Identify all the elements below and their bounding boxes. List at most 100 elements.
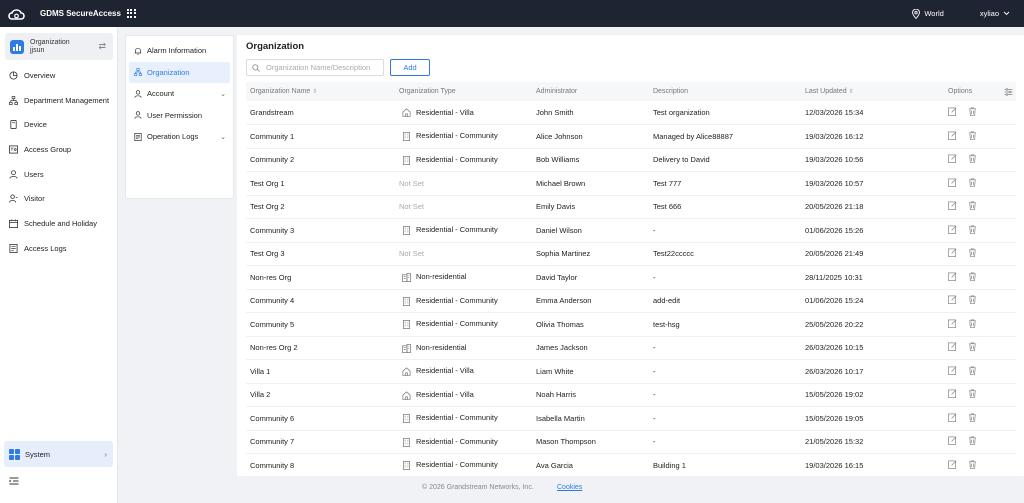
column-header-last-updated[interactable]: Last Updated ⇕: [801, 82, 944, 101]
edit-icon[interactable]: [948, 178, 957, 187]
organization-switcher[interactable]: Organization jjsun ⇄: [5, 33, 113, 60]
swap-icon[interactable]: ⇄: [98, 41, 106, 52]
delete-icon[interactable]: [968, 389, 977, 399]
table-row[interactable]: Grandstream Residential - Villa John Smith…: [246, 101, 1016, 125]
table-row[interactable]: Community 5 Residential - Community Olivia…: [246, 312, 1016, 337]
cell-administrator: Ava Garcia: [532, 453, 649, 478]
cell-organization-name: Community 7: [246, 430, 395, 454]
edit-icon[interactable]: [948, 436, 957, 446]
table-row[interactable]: Villa 2 Residential - Villa Noah Harris -15…: [246, 383, 1016, 407]
delete-icon[interactable]: [968, 342, 977, 352]
table-row[interactable]: Community 4 Residential - Community Emma A…: [246, 289, 1016, 313]
submenu-item-account[interactable]: Account ⌄: [129, 83, 230, 105]
cell-organization-type: Not Set: [395, 195, 532, 219]
nav-item-visitor[interactable]: Visitor: [0, 186, 118, 211]
column-header-organization-name[interactable]: Organization Name ⇕: [246, 82, 395, 101]
delete-icon[interactable]: [968, 107, 977, 116]
delete-icon[interactable]: [968, 295, 977, 305]
delete-icon[interactable]: [968, 272, 977, 281]
cell-options: [944, 359, 1016, 384]
table-row[interactable]: Community 3 Residential - Community Daniel…: [246, 218, 1016, 243]
cell-organization-name: Community 5: [246, 312, 395, 337]
account-icon: [134, 90, 142, 98]
edit-icon[interactable]: [948, 342, 957, 352]
table-row[interactable]: Community 8 Residential - Community Ava Ga…: [246, 453, 1016, 478]
edit-icon[interactable]: [948, 460, 957, 469]
cell-options: [944, 242, 1016, 266]
delete-icon[interactable]: [968, 178, 977, 187]
delete-icon[interactable]: [968, 366, 977, 375]
nav-item-schedule-and-holiday[interactable]: Schedule and Holiday: [0, 211, 118, 236]
cell-administrator: Sophia Martinez: [532, 242, 649, 266]
system-menu-button[interactable]: System ›: [4, 441, 113, 467]
submenu-item-label: User Permission: [147, 110, 203, 120]
organization-name: jjsun: [30, 46, 45, 54]
cell-last-updated: 19/03/2026 10:57: [801, 171, 944, 196]
table-row[interactable]: Non-res Org 2 Non-residential James Jackso…: [246, 336, 1016, 360]
cell-options: [944, 124, 1016, 149]
edit-icon[interactable]: [948, 295, 957, 305]
nav-item-device[interactable]: Device: [0, 112, 118, 137]
user-menu[interactable]: xyliao: [980, 9, 1010, 18]
cell-organization-type: Residential - Villa: [395, 359, 532, 384]
delete-icon[interactable]: [968, 413, 977, 422]
submenu-item-user-permission[interactable]: User Permission: [129, 105, 230, 127]
edit-icon[interactable]: [948, 131, 957, 140]
add-button[interactable]: Add: [390, 59, 430, 76]
delete-icon[interactable]: [968, 131, 977, 140]
column-settings-icon[interactable]: [1004, 87, 1013, 96]
cell-type-label: Residential - Villa: [416, 366, 474, 376]
delete-icon[interactable]: [968, 319, 977, 328]
delete-icon[interactable]: [968, 436, 977, 446]
cell-organization-name: Test Org 3: [246, 242, 395, 266]
edit-icon[interactable]: [948, 272, 957, 281]
edit-icon[interactable]: [948, 201, 957, 211]
search-input[interactable]: [266, 63, 382, 72]
submenu-item-organization[interactable]: Organization: [129, 61, 230, 83]
delete-icon[interactable]: [968, 154, 977, 164]
delete-icon[interactable]: [968, 248, 977, 258]
nav-item-access-group[interactable]: Access Group: [0, 137, 118, 162]
delete-icon[interactable]: [968, 460, 977, 469]
column-header-label: Organization Name: [250, 88, 311, 95]
cloud-logo-icon: [8, 8, 25, 20]
delete-icon[interactable]: [968, 201, 977, 211]
table-row[interactable]: Community 6 Residential - Community Isabel…: [246, 406, 1016, 431]
edit-icon[interactable]: [948, 413, 957, 422]
edit-icon[interactable]: [948, 107, 957, 116]
nav-item-overview[interactable]: Overview: [0, 63, 118, 88]
cell-last-updated: 19/03/2026 16:12: [801, 124, 944, 149]
nav-item-access-logs[interactable]: Access Logs: [0, 236, 118, 261]
edit-icon[interactable]: [948, 225, 957, 234]
table-row[interactable]: Community 1 Residential - Community Alice …: [246, 124, 1016, 149]
cell-description: -: [649, 359, 801, 384]
edit-icon[interactable]: [948, 154, 957, 164]
cell-organization-name: Test Org 1: [246, 171, 395, 196]
table-row[interactable]: Test Org 3 Not Set Sophia Martinez Test22cc…: [246, 242, 1016, 266]
table-row[interactable]: Test Org 2 Not Set Emily Davis Test 666 20/0…: [246, 195, 1016, 219]
edit-icon[interactable]: [948, 366, 957, 375]
edit-icon[interactable]: [948, 319, 957, 328]
table-row[interactable]: Villa 1 Residential - Villa Liam White -26/…: [246, 359, 1016, 384]
collapse-sidebar-icon[interactable]: [9, 477, 19, 485]
table-row[interactable]: Non-res Org Non-residential David Taylor -2…: [246, 265, 1016, 290]
submenu-item-operation-logs[interactable]: Operation Logs ⌄: [129, 126, 230, 148]
cell-last-updated: 15/05/2026 19:05: [801, 406, 944, 431]
submenu-item-alarm-information[interactable]: Alarm Information: [129, 40, 230, 62]
edit-icon[interactable]: [948, 389, 957, 399]
cookies-link[interactable]: Cookies: [557, 484, 582, 491]
cell-options: [944, 195, 1016, 219]
organization-avatar-icon: [10, 39, 24, 54]
sort-icon[interactable]: ⇕: [849, 89, 854, 95]
nav-item-department-management[interactable]: Department Management: [0, 88, 118, 113]
community-building-icon: [402, 414, 411, 423]
edit-icon[interactable]: [948, 248, 957, 258]
table-row[interactable]: Test Org 1 Not Set Michael Brown Test 777 19…: [246, 171, 1016, 196]
app-grid-icon[interactable]: [126, 8, 137, 19]
sort-icon[interactable]: ⇕: [312, 89, 317, 95]
region-selector[interactable]: World: [912, 8, 944, 19]
table-row[interactable]: Community 2 Residential - Community Bob Wi…: [246, 148, 1016, 172]
nav-item-users[interactable]: Users: [0, 162, 118, 187]
delete-icon[interactable]: [968, 225, 977, 234]
table-row[interactable]: Community 7 Residential - Community Mason …: [246, 430, 1016, 454]
